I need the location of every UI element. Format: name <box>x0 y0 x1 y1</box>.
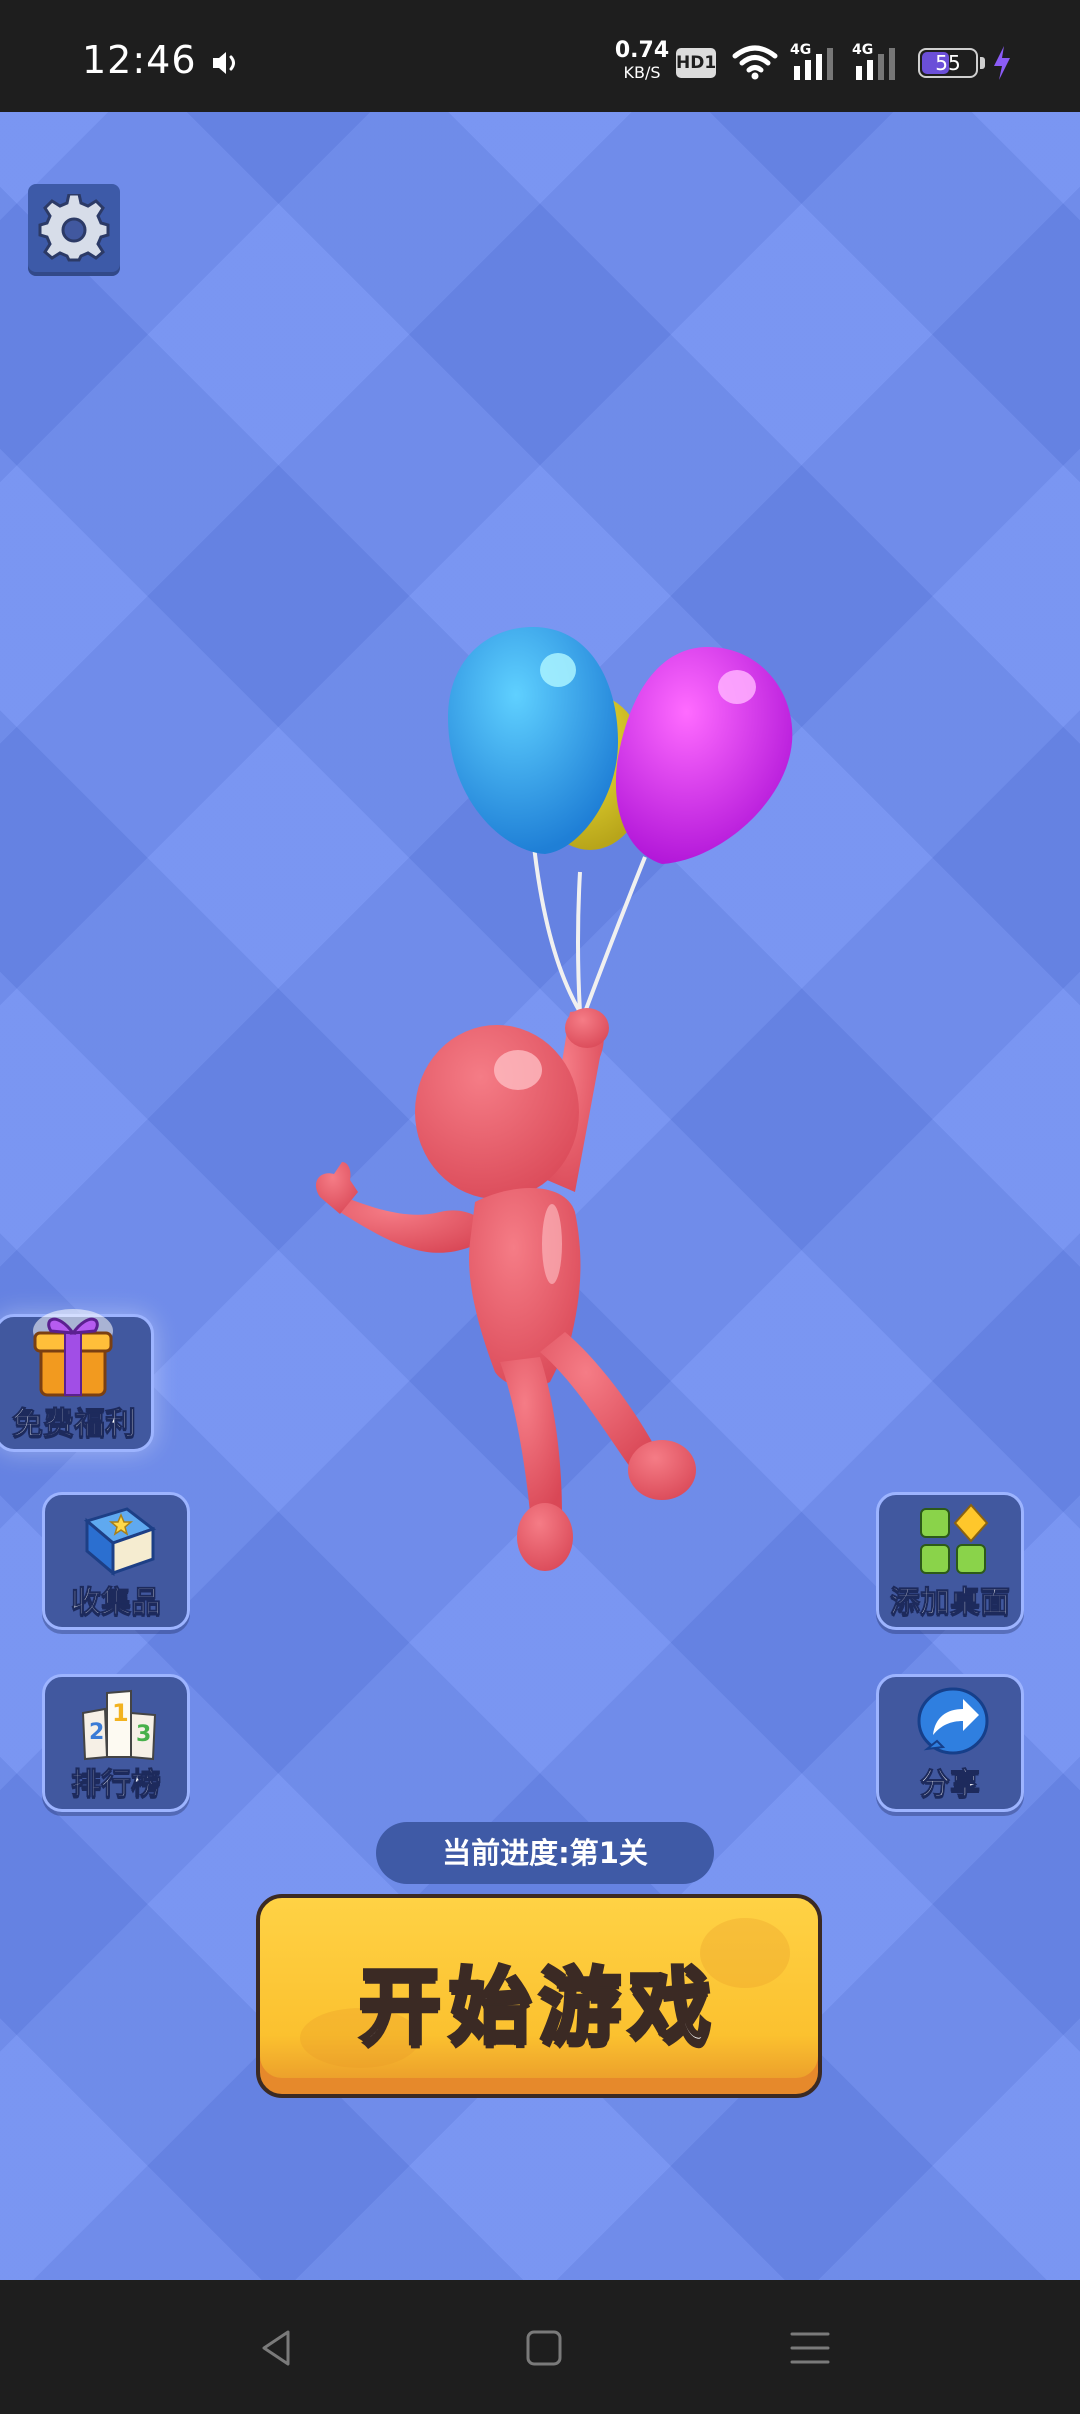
free-benefits-button[interactable]: 免费福利 <box>0 1309 154 1452</box>
gear-icon <box>38 194 110 262</box>
status-time: 12:46 <box>82 38 197 82</box>
signal-icon: 4G <box>790 42 840 82</box>
share-button[interactable]: 分享 <box>876 1674 1024 1812</box>
settings-button[interactable] <box>28 184 120 276</box>
network-speed-unit: KB/S <box>623 63 661 82</box>
menu-lines-icon[interactable] <box>788 2326 832 2370</box>
navigation-bar <box>0 2280 1080 2414</box>
charging-bolt-icon <box>994 46 1010 80</box>
start-game-label: 开始游戏 <box>357 1958 719 2057</box>
podium-icon: 2 1 3 <box>81 1689 157 1761</box>
balloon-pink <box>615 647 793 864</box>
hd-badge: HD1 <box>676 48 716 78</box>
share-arrow-icon <box>917 1687 989 1755</box>
start-game-button[interactable]: 开始游戏 <box>256 1894 822 2098</box>
character-with-balloons <box>315 627 793 1571</box>
network-speed-value: 0.74 <box>614 38 670 63</box>
book-star-icon <box>83 1507 157 1577</box>
character-head <box>415 1025 579 1199</box>
svg-text:2: 2 <box>89 1720 104 1745</box>
collection-label: 收集品 <box>71 1585 162 1621</box>
share-label: 分享 <box>920 1767 981 1803</box>
status-bar: 12:46 0.74 KB/S HD1 4G 4G 55 <box>0 0 1080 112</box>
battery-icon: 55 <box>918 48 978 78</box>
game-screen: 免费福利 收集品 2 1 3 排行榜 添加桌面 分享 当前进度:第1关 开始游戏 <box>0 112 1080 2280</box>
level-progress: 当前进度:第1关 <box>376 1822 714 1884</box>
signal-icon: 4G <box>852 42 902 82</box>
back-triangle-icon[interactable] <box>256 2326 300 2370</box>
collection-button[interactable]: 收集品 <box>42 1492 190 1630</box>
gift-box-icon <box>33 1309 113 1397</box>
free-benefits-label: 免费福利 <box>12 1406 137 1443</box>
battery-level: 55 <box>935 51 961 75</box>
battery-tip <box>980 57 985 69</box>
speaker-icon <box>213 52 235 74</box>
svg-text:3: 3 <box>136 1722 151 1747</box>
app-grid-icon <box>920 1503 989 1574</box>
home-square-icon[interactable] <box>522 2326 566 2370</box>
svg-text:1: 1 <box>112 1699 129 1727</box>
leaderboard-label: 排行榜 <box>71 1767 162 1803</box>
leaderboard-button[interactable]: 2 1 3 排行榜 <box>42 1674 190 1812</box>
balloon-blue <box>448 627 618 854</box>
add-to-desktop-label: 添加桌面 <box>890 1585 1011 1621</box>
network-speed: 0.74 KB/S <box>612 40 672 81</box>
add-to-desktop-button[interactable]: 添加桌面 <box>876 1492 1024 1630</box>
wifi-icon <box>732 45 778 80</box>
